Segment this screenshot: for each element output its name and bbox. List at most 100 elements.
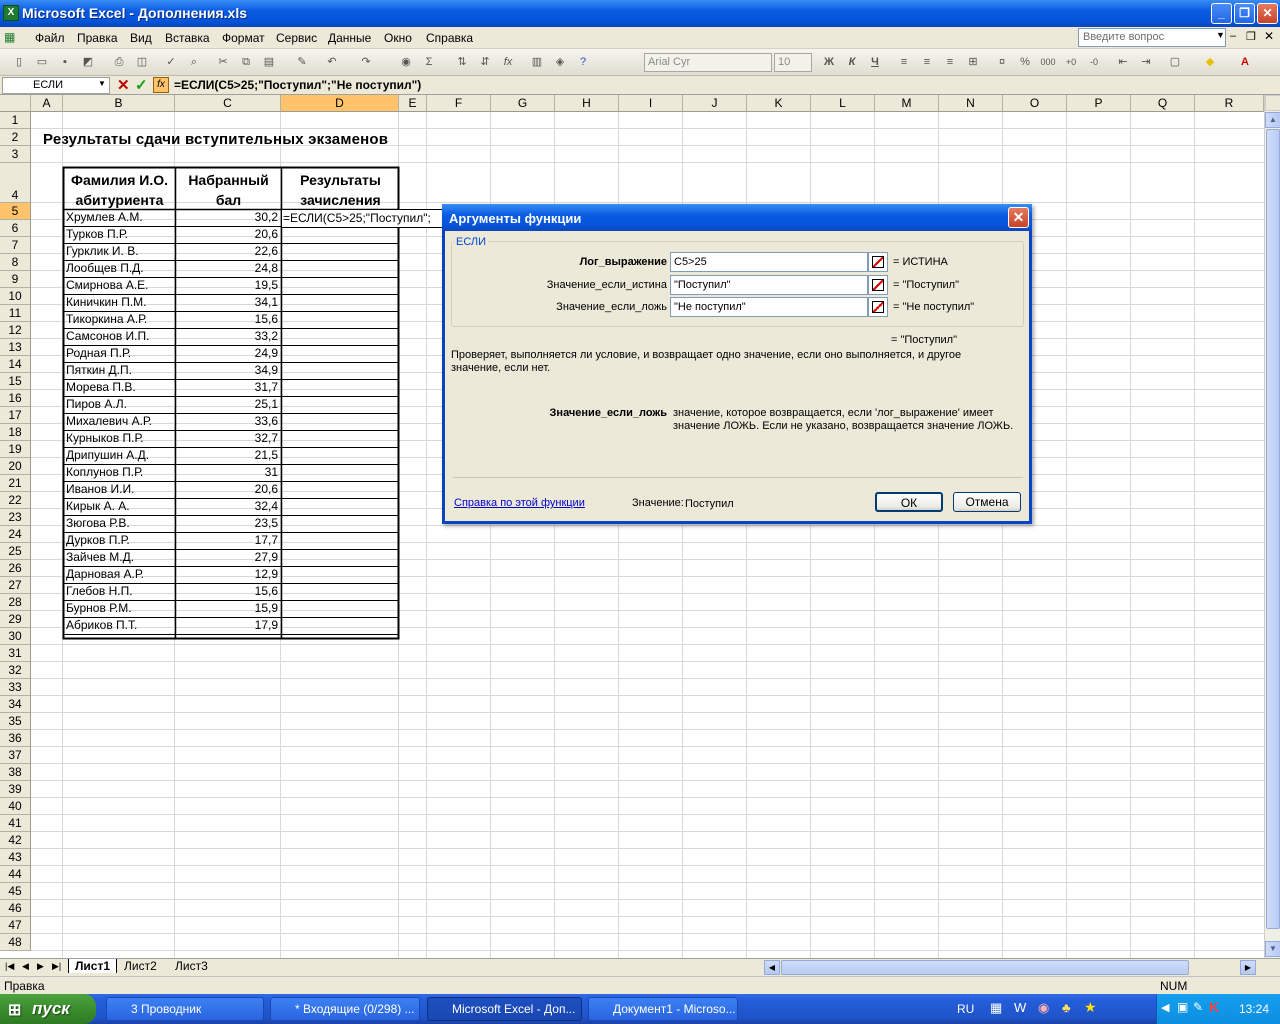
cell-score[interactable]: 23,5 — [176, 516, 278, 530]
underline-button[interactable]: Ч — [866, 54, 884, 70]
row-header[interactable]: 40 — [0, 798, 31, 815]
col-header[interactable]: E — [399, 95, 427, 112]
borders-icon[interactable]: ▢ — [1166, 54, 1184, 70]
cell-score[interactable]: 31 — [176, 465, 278, 479]
research-icon[interactable]: ⌕ — [185, 54, 203, 70]
row-header[interactable]: 46 — [0, 900, 31, 917]
cell-score[interactable]: 15,9 — [176, 601, 278, 615]
font-color-icon[interactable]: A — [1236, 54, 1254, 70]
cell-name[interactable]: Зюгова Р.В. — [66, 516, 174, 530]
increase-indent-icon[interactable]: ⇥ — [1137, 54, 1155, 70]
prev-sheet-icon[interactable]: ◀ — [22, 961, 29, 972]
cell-name[interactable]: Тикоркина А.Р. — [66, 312, 174, 326]
menu-format[interactable]: Формат — [222, 31, 265, 45]
row-header[interactable]: 39 — [0, 781, 31, 798]
cell-name[interactable]: Иванов И.И. — [66, 482, 174, 496]
cut-icon[interactable]: ✂ — [214, 54, 232, 70]
start-button[interactable]: ⊞ пуск — [0, 994, 96, 1024]
cell-score[interactable]: 34,9 — [176, 363, 278, 377]
col-header[interactable]: R — [1195, 95, 1264, 112]
formula-input[interactable]: =ЕСЛИ(C5>25;"Поступил";"Не поступил") — [174, 78, 421, 92]
menu-help[interactable]: Справка — [426, 31, 473, 45]
name-box[interactable]: ЕСЛИ — [2, 77, 110, 94]
cell-score[interactable]: 22,6 — [176, 244, 278, 258]
cell-name[interactable]: Хрумлев А.М. — [66, 210, 174, 224]
task-word[interactable]: Документ1 - Microso... — [588, 997, 738, 1021]
cell-score[interactable]: 15,6 — [176, 584, 278, 598]
excel-quicklaunch-icon[interactable]: ▦ — [990, 1000, 1002, 1016]
row-header[interactable]: 44 — [0, 866, 31, 883]
doc-icon[interactable]: ▦ — [4, 30, 15, 44]
language-indicator[interactable]: RU — [957, 1002, 974, 1016]
split-box[interactable] — [1265, 95, 1280, 111]
new-icon[interactable]: ▯ — [10, 54, 28, 70]
cell-score[interactable]: 34,1 — [176, 295, 278, 309]
excel-app-icon[interactable]: X — [3, 5, 19, 21]
cell-name[interactable]: Бурнов Р.М. — [66, 601, 174, 615]
row-header[interactable]: 15 — [0, 373, 31, 390]
help-link[interactable]: Справка по этой функции — [454, 497, 585, 509]
hscroll-thumb[interactable] — [781, 960, 1189, 975]
ask-question-input[interactable]: Введите вопрос — [1078, 28, 1226, 47]
currency-icon[interactable]: ¤ — [993, 54, 1011, 70]
minimize-button[interactable]: _ — [1211, 3, 1232, 24]
col-header[interactable]: Q — [1131, 95, 1195, 112]
cancel-icon[interactable]: ✕ — [117, 76, 130, 94]
cell-name[interactable]: Морева П.В. — [66, 380, 174, 394]
cell-name[interactable]: Кирык А. А. — [66, 499, 174, 513]
row-header[interactable]: 17 — [0, 407, 31, 424]
col-header[interactable]: K — [747, 95, 811, 112]
row-header[interactable]: 35 — [0, 713, 31, 730]
menu-insert[interactable]: Вставка — [165, 31, 210, 45]
spelling-icon[interactable]: ✓ — [162, 54, 180, 70]
maximize-button[interactable]: ❐ — [1234, 3, 1255, 24]
menu-data[interactable]: Данные — [328, 31, 371, 45]
cell-name[interactable]: Самсонов И.П. — [66, 329, 174, 343]
cell-name[interactable]: Турков П.Р. — [66, 227, 174, 241]
menu-view[interactable]: Вид — [130, 31, 152, 45]
chart-wizard-icon[interactable]: ▥ — [528, 54, 546, 70]
menu-edit[interactable]: Правка — [77, 31, 118, 45]
app-quicklaunch-icon[interactable]: ♣ — [1062, 1000, 1071, 1015]
cancel-button[interactable]: Отмена — [953, 492, 1021, 512]
increase-decimal-icon[interactable]: +0 — [1062, 54, 1080, 70]
network-icon[interactable]: ▣ — [1177, 1000, 1188, 1014]
tray-expand-icon[interactable]: ◀ — [1161, 1001, 1169, 1014]
row-header[interactable]: 7 — [0, 237, 31, 254]
cell-name[interactable]: Пяткин Д.П. — [66, 363, 174, 377]
arg-input-if-true[interactable]: "Поступил" — [670, 275, 868, 295]
cell-score[interactable]: 25,1 — [176, 397, 278, 411]
scroll-up-icon[interactable]: ▲ — [1265, 112, 1280, 128]
row-header[interactable]: 27 — [0, 577, 31, 594]
row-header[interactable]: 19 — [0, 441, 31, 458]
align-right-icon[interactable]: ≡ — [941, 54, 959, 70]
preview-icon[interactable]: ◫ — [133, 54, 151, 70]
row-header[interactable]: 34 — [0, 696, 31, 713]
row-header[interactable]: 10 — [0, 288, 31, 305]
open-icon[interactable]: ▭ — [33, 54, 51, 70]
col-header[interactable]: C — [175, 95, 281, 112]
row-header[interactable]: 23 — [0, 509, 31, 526]
insert-function-icon[interactable]: fx — [153, 77, 169, 93]
next-sheet-icon[interactable]: ▶ — [37, 961, 44, 972]
col-header[interactable]: M — [875, 95, 939, 112]
row-header[interactable]: 29 — [0, 611, 31, 628]
row-header[interactable]: 21 — [0, 475, 31, 492]
col-header[interactable]: F — [427, 95, 491, 112]
collapse-dialog-icon[interactable] — [868, 252, 888, 272]
collapse-dialog-icon[interactable] — [868, 297, 888, 317]
row-header[interactable]: 9 — [0, 271, 31, 288]
tab-sheet1[interactable]: Лист1 — [68, 959, 118, 973]
row-header[interactable]: 38 — [0, 764, 31, 781]
dialog-title[interactable]: Аргументы функции — [442, 204, 1032, 231]
cell-name[interactable]: Киничкин П.М. — [66, 295, 174, 309]
row-header[interactable]: 31 — [0, 645, 31, 662]
cell-name[interactable]: Смирнова А.Е. — [66, 278, 174, 292]
row-header[interactable]: 43 — [0, 849, 31, 866]
col-header[interactable]: O — [1003, 95, 1067, 112]
cell-name[interactable]: Лообщев П.Д. — [66, 261, 174, 275]
sort-asc-icon[interactable]: ⇅ — [453, 54, 471, 70]
row-header[interactable]: 6 — [0, 220, 31, 237]
menu-window[interactable]: Окно — [384, 31, 412, 45]
row-header[interactable]: 36 — [0, 730, 31, 747]
